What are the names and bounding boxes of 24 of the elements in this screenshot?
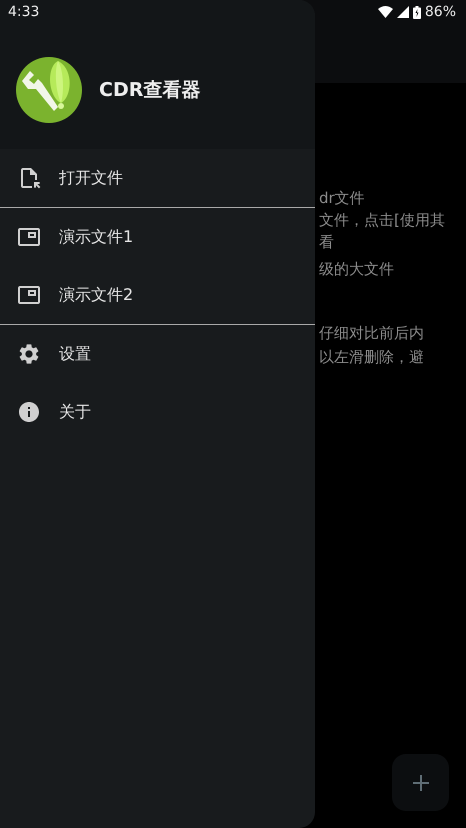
signal-icon	[396, 6, 409, 18]
battery-icon	[412, 6, 421, 18]
battery-percent: 86%	[424, 4, 456, 20]
body-text: 以左滑删除，避	[319, 347, 425, 368]
body-text: 文件，点击[使用其	[319, 210, 446, 231]
status-time: 4:33	[8, 4, 40, 20]
picture-in-picture-icon	[17, 283, 41, 307]
drawer-item[interactable]: 设置	[0, 325, 315, 383]
drawer-item[interactable]: 演示文件1	[0, 208, 315, 266]
drawer-item[interactable]: 关于	[0, 383, 315, 441]
body-text: 级的大文件	[319, 259, 395, 280]
body-text: dr文件	[319, 188, 366, 209]
add-button[interactable]	[392, 754, 449, 811]
plus-icon	[412, 774, 428, 790]
body-text: 看	[319, 232, 335, 253]
wifi-icon	[378, 6, 393, 18]
drawer-item[interactable]: 打开文件	[0, 149, 315, 207]
drawer-item[interactable]: 演示文件2	[0, 266, 315, 324]
body-text: 仔细对比前后内	[319, 323, 425, 344]
app-title: CDR查看器	[99, 78, 200, 102]
settings-icon	[17, 342, 41, 366]
app-logo	[16, 56, 82, 122]
info-icon	[17, 400, 41, 424]
picture-in-picture-icon	[17, 225, 41, 249]
